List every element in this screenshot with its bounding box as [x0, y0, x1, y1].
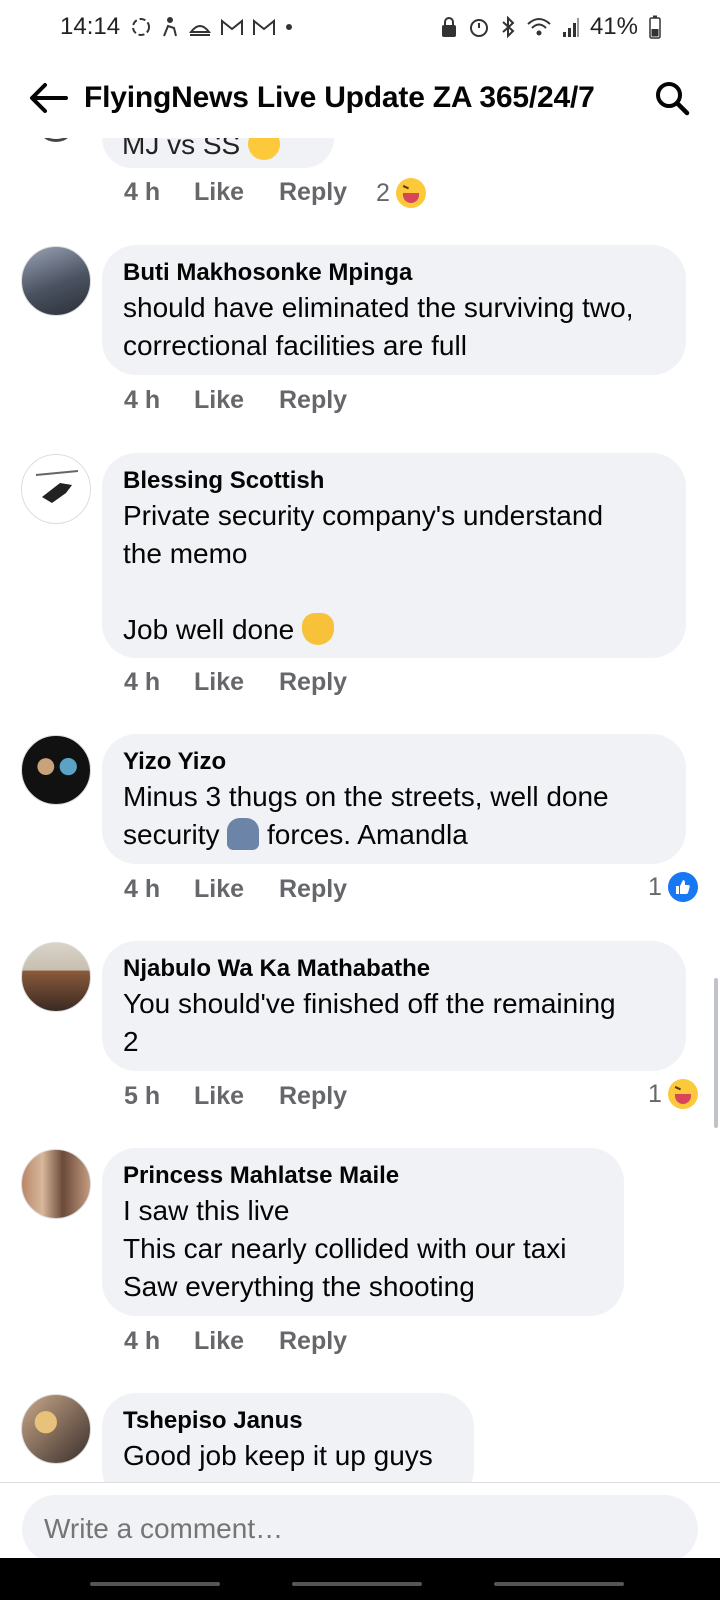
avatar[interactable]	[21, 1149, 91, 1219]
comment-time: 4 h	[124, 178, 161, 206]
back-button[interactable]	[494, 1582, 624, 1586]
comment-bubble: Buti Makhosonke Mpinga should have elimi…	[102, 245, 686, 375]
comment-actions: 4 h Like Reply	[124, 1327, 369, 1356]
like-button[interactable]: Like	[194, 1082, 279, 1111]
reply-button[interactable]: Reply	[279, 875, 369, 904]
comment-author[interactable]: Blessing Scottish	[123, 465, 666, 497]
home-button[interactable]	[292, 1582, 422, 1586]
avatar[interactable]	[21, 942, 91, 1012]
comment-author[interactable]: Princess Mahlatse Maile	[123, 1160, 604, 1192]
reply-button[interactable]: Reply	[279, 1327, 369, 1356]
battery-percentage: 41%	[589, 13, 638, 40]
like-button[interactable]: Like	[194, 1327, 279, 1356]
comment-bubble: Princess Mahlatse Maile I saw this live …	[102, 1148, 624, 1316]
reaction-count: 2	[376, 178, 390, 207]
comment-time: 5 h	[124, 1082, 161, 1110]
comment-author[interactable]: Njabulo Wa Ka Mathabathe	[123, 953, 666, 985]
avatar	[36, 138, 76, 142]
comment-time: 4 h	[124, 875, 161, 903]
hand-logo-icon	[35, 470, 79, 503]
gmail-icon	[253, 18, 276, 35]
comment-bubble: Yizo Yizo Minus 3 thugs on the streets, …	[102, 734, 686, 864]
lock-icon	[441, 17, 456, 37]
back-arrow-icon[interactable]	[26, 76, 70, 120]
system-navigation-bar	[0, 1558, 720, 1600]
bluetooth-icon	[502, 16, 515, 38]
dot-icon	[286, 24, 293, 30]
avatar[interactable]	[21, 454, 91, 524]
comment-text: I saw this live This car nearly collided…	[123, 1195, 567, 1302]
reply-button[interactable]: Reply	[279, 386, 369, 415]
comment-time: 4 h	[124, 1327, 161, 1355]
comment-text-fragment: Good job keep it up guys	[123, 1440, 433, 1471]
accessibility-icon	[163, 17, 178, 37]
comment-text-fragment: MJ vs SS	[122, 138, 281, 161]
comment-text: Minus 3 thugs on the streets, well done s…	[123, 781, 609, 850]
reply-button[interactable]: Reply	[279, 178, 369, 207]
comment-text: Private security company's understand th…	[123, 500, 604, 645]
wifi-icon	[527, 18, 551, 36]
like-button[interactable]: Like	[194, 875, 279, 904]
like-button[interactable]: Like	[194, 178, 279, 207]
battery-icon	[649, 15, 661, 39]
search-icon[interactable]	[650, 76, 694, 120]
avatar[interactable]	[21, 735, 91, 805]
page-title: FlyingNews Live Update ZA 365/24/7	[84, 81, 595, 114]
reaction-summary[interactable]: 2	[376, 178, 426, 208]
police-officer-emoji	[227, 818, 260, 850]
comment-bubble: Blessing Scottish Private security compa…	[102, 453, 686, 658]
comment-bubble: Tshepiso Janus Good job keep it up guys	[102, 1393, 474, 1482]
comment-text: You should've finished off the remaining…	[123, 988, 616, 1057]
like-reaction-icon	[667, 872, 698, 902]
reaction-summary[interactable]: 1	[648, 1079, 698, 1109]
comment-bubble: Njabulo Wa Ka Mathabathe You should've f…	[102, 941, 686, 1071]
scrollbar[interactable]	[714, 978, 718, 1128]
gmail-icon	[221, 18, 244, 35]
comment-time: 4 h	[124, 668, 161, 696]
like-button[interactable]: Like	[194, 668, 279, 697]
comment-actions: 5 h Like Reply	[124, 1082, 369, 1111]
signal-icon	[562, 18, 579, 37]
like-button[interactable]: Like	[194, 386, 279, 415]
comment-author[interactable]: Buti Makhosonke Mpinga	[123, 257, 666, 289]
haha-reaction-icon	[667, 1079, 698, 1109]
reaction-count: 1	[648, 872, 662, 901]
avatar[interactable]	[21, 246, 91, 316]
comment-actions: 4 h Like Reply	[124, 178, 369, 207]
status-time: 14:14	[60, 13, 121, 40]
avatar[interactable]	[21, 1394, 91, 1464]
comment-time: 4 h	[124, 386, 161, 414]
recents-button[interactable]	[90, 1582, 220, 1586]
comment-author[interactable]: Yizo Yizo	[123, 746, 666, 778]
reaction-count: 1	[648, 1079, 662, 1108]
comment-actions: 4 h Like Reply	[124, 386, 369, 415]
clapping-hands-emoji	[302, 613, 335, 645]
reply-button[interactable]: Reply	[279, 1082, 369, 1111]
comment-actions: 4 h Like Reply	[124, 875, 369, 904]
comment-text: should have eliminated the surviving two…	[123, 292, 634, 361]
app-header: FlyingNews Live Update ZA 365/24/7	[0, 58, 720, 138]
reply-button[interactable]: Reply	[279, 668, 369, 697]
reaction-summary[interactable]: 1	[648, 872, 698, 902]
sync-icon	[132, 18, 151, 36]
comment-actions: 4 h Like Reply	[124, 668, 369, 697]
comment-author[interactable]: Tshepiso Janus	[123, 1405, 454, 1437]
grinning-face-emoji	[248, 138, 281, 160]
comment-composer-bar	[0, 1482, 720, 1563]
alarm-icon	[469, 19, 488, 37]
status-bar: 14:14 41%	[0, 0, 720, 54]
comment-input[interactable]	[22, 1495, 698, 1563]
weather-icon	[189, 25, 212, 36]
comments-feed[interactable]: MJ vs SS 4 h Like Reply 2 Buti Makhosonk…	[0, 138, 720, 1482]
haha-reaction-icon	[395, 178, 426, 208]
